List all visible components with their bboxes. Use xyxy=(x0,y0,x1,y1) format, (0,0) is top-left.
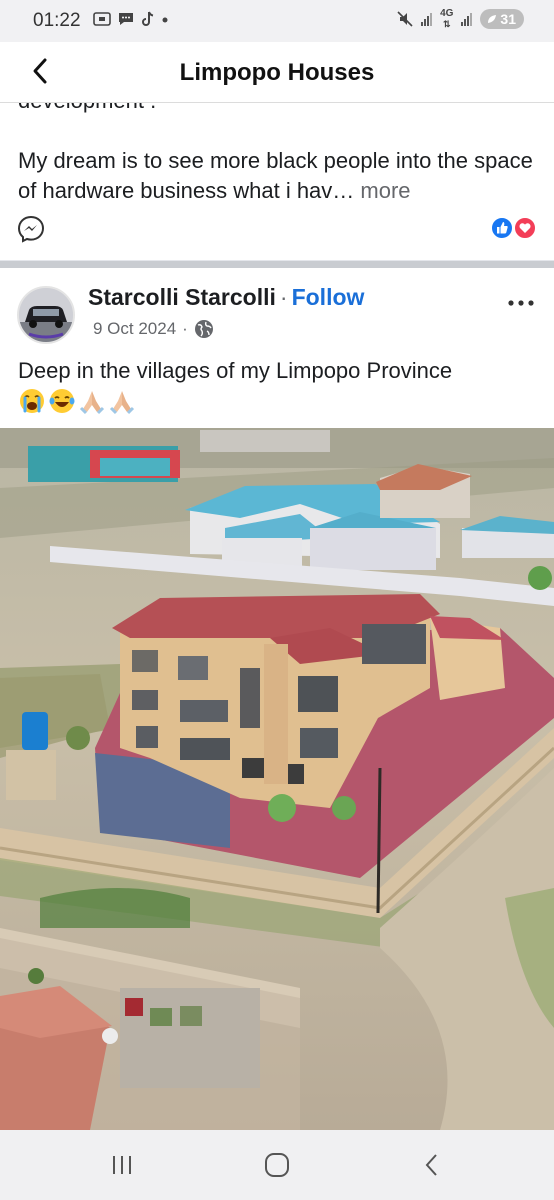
app-header: Limpopo Houses xyxy=(0,42,554,103)
status-bar: 01:22 4G ⇅ 31 xyxy=(0,0,554,42)
home-icon[interactable] xyxy=(257,1150,297,1180)
back-icon[interactable] xyxy=(412,1150,452,1180)
globe-icon xyxy=(194,320,213,338)
see-more-link[interactable]: more xyxy=(360,178,410,203)
reactions-icon[interactable] xyxy=(489,216,537,240)
follow-button[interactable]: Follow xyxy=(292,284,365,310)
battery-saver-icon xyxy=(488,15,497,23)
navigation-bar xyxy=(0,1130,554,1200)
folded-hands-icon xyxy=(79,391,105,415)
mute-icon xyxy=(397,11,413,27)
separator-dot: · xyxy=(279,284,288,310)
tiktok-icon xyxy=(142,11,154,26)
status-time: 01:22 xyxy=(33,10,81,31)
avatar[interactable] xyxy=(17,286,75,344)
previous-post-cut-text: development . xyxy=(18,102,156,114)
data-arrows-icon: ⇅ xyxy=(442,19,451,29)
previous-post: development . My dream is to see more bl… xyxy=(0,102,554,260)
loudly-crying-face-icon xyxy=(20,389,44,413)
post-emojis xyxy=(18,387,136,415)
post-date[interactable]: 9 Oct 2024 xyxy=(93,319,176,339)
previous-post-text: My dream is to see more black people int… xyxy=(18,146,543,206)
meta-separator: · xyxy=(182,319,188,338)
previous-post-body: My dream is to see more black people int… xyxy=(18,148,533,203)
post-meta: 9 Oct 2024 · xyxy=(93,319,214,339)
chat-icon xyxy=(119,13,133,25)
messenger-icon[interactable] xyxy=(16,214,46,244)
face-with-tears-of-joy-icon xyxy=(49,389,75,413)
signal-icon-2 xyxy=(461,12,473,26)
post-author-row: Starcolli Starcolli · Follow xyxy=(88,284,364,311)
dot-icon xyxy=(162,17,168,23)
author-name[interactable]: Starcolli Starcolli xyxy=(88,284,276,310)
folded-hands-icon xyxy=(109,391,135,415)
post-text: Deep in the villages of my Limpopo Provi… xyxy=(18,358,453,383)
battery-indicator: 31 xyxy=(480,9,524,29)
post-divider xyxy=(0,260,554,268)
more-options-icon[interactable] xyxy=(506,287,536,315)
screenshot-icon xyxy=(93,12,111,26)
post-photo[interactable] xyxy=(0,428,554,1130)
network-type: 4G ⇅ xyxy=(440,8,454,30)
recent-apps-icon[interactable] xyxy=(102,1150,142,1180)
notification-icons xyxy=(93,11,169,27)
status-right: 4G ⇅ 31 xyxy=(397,9,524,29)
avatar-car-image xyxy=(19,288,73,342)
battery-level: 31 xyxy=(500,11,516,27)
page-title: Limpopo Houses xyxy=(179,59,375,86)
signal-icon-1 xyxy=(421,12,433,26)
